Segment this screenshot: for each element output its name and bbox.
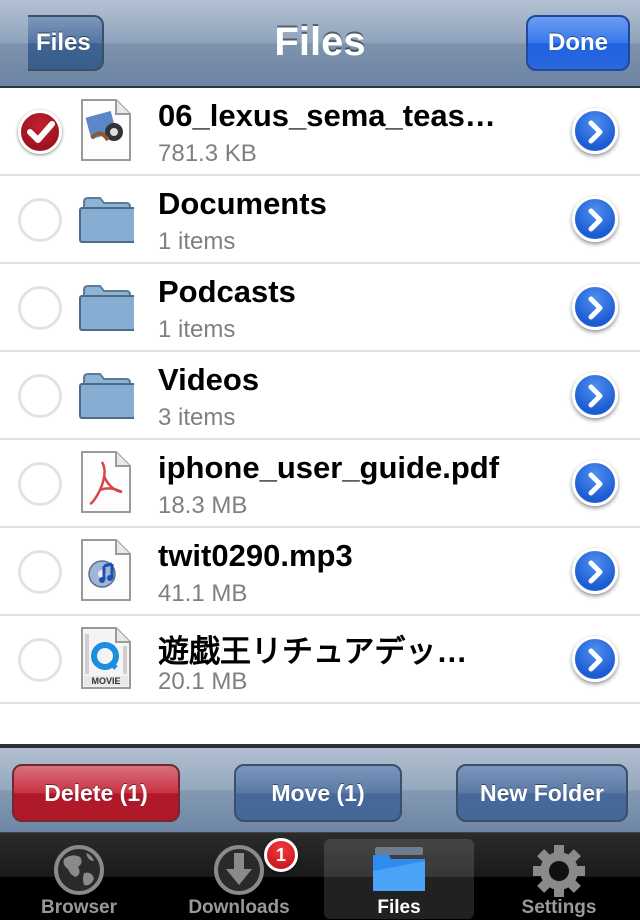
file-size: 20.1 MB xyxy=(158,668,248,695)
tab-label: Downloads xyxy=(188,897,290,918)
navigation-bar: Files Files Done xyxy=(0,0,640,88)
gear-icon xyxy=(533,845,585,897)
move-button[interactable]: Move (1) xyxy=(234,764,402,822)
selection-checkbox[interactable] xyxy=(18,638,62,682)
globe-icon xyxy=(54,845,104,895)
file-name: iphone_user_guide.pdf xyxy=(158,450,500,485)
file-name: 06_lexus_sema_teas… xyxy=(158,98,496,133)
selection-checkbox-checked[interactable] xyxy=(18,110,62,154)
selection-checkbox[interactable] xyxy=(18,286,62,330)
list-item[interactable]: twit0290.mp3 41.1 MB xyxy=(0,528,640,616)
chevron-right-icon xyxy=(588,472,603,496)
checkmark-icon xyxy=(27,121,55,143)
chevron-right-icon xyxy=(588,296,603,320)
list-item[interactable]: 06_lexus_sema_teas… 781.3 KB xyxy=(0,88,640,176)
tab-browser[interactable]: Browser xyxy=(4,839,154,919)
detail-disclosure-button[interactable] xyxy=(572,636,618,682)
detail-disclosure-button[interactable] xyxy=(572,548,618,594)
svg-text:MOVIE: MOVIE xyxy=(91,676,120,686)
tab-label: Files xyxy=(377,897,421,918)
tab-files[interactable]: Files xyxy=(324,839,474,919)
movie-file-icon: MOVIE xyxy=(81,627,131,689)
folder-icon xyxy=(79,197,134,243)
item-count: 3 items xyxy=(158,404,236,431)
tab-settings[interactable]: Settings xyxy=(484,839,634,919)
audio-file-icon xyxy=(81,539,131,601)
list-item[interactable]: iphone_user_guide.pdf 18.3 MB xyxy=(0,440,640,528)
item-count: 1 items xyxy=(158,228,236,255)
edit-toolbar: Delete (1) Move (1) New Folder xyxy=(0,744,640,832)
pdf-file-icon xyxy=(81,451,131,513)
chevron-right-icon xyxy=(588,648,603,672)
done-button[interactable]: Done xyxy=(526,15,630,71)
file-name: twit0290.mp3 xyxy=(158,538,353,573)
selection-checkbox[interactable] xyxy=(18,374,62,418)
tab-bar: Browser Downloads Files Settings xyxy=(0,832,640,920)
file-name: Videos xyxy=(158,362,260,397)
item-count: 1 items xyxy=(158,316,236,343)
detail-disclosure-button[interactable] xyxy=(572,108,618,154)
detail-disclosure-button[interactable] xyxy=(572,284,618,330)
chevron-right-icon xyxy=(588,560,603,584)
detail-disclosure-button[interactable] xyxy=(572,460,618,506)
video-file-icon xyxy=(81,99,131,161)
file-size: 41.1 MB xyxy=(158,580,248,607)
file-size: 18.3 MB xyxy=(158,492,248,519)
list-item[interactable]: MOVIE 遊戯王リチュアデッ… 20.1 MB xyxy=(0,616,640,704)
detail-disclosure-button[interactable] xyxy=(572,372,618,418)
list-item[interactable]: Videos 3 items xyxy=(0,352,640,440)
file-size: 781.3 KB xyxy=(158,140,257,167)
file-name: 遊戯王リチュアデッ… xyxy=(158,634,468,669)
selection-checkbox[interactable] xyxy=(18,462,62,506)
folder-icon xyxy=(79,373,134,419)
new-folder-button[interactable]: New Folder xyxy=(456,764,628,822)
file-list: 06_lexus_sema_teas… 781.3 KB Documents 1… xyxy=(0,88,640,704)
tab-label: Browser xyxy=(40,897,118,918)
folder-icon xyxy=(373,847,425,891)
folder-icon xyxy=(79,285,134,331)
chevron-right-icon xyxy=(588,120,603,144)
list-item[interactable]: Documents 1 items xyxy=(0,176,640,264)
detail-disclosure-button[interactable] xyxy=(572,196,618,242)
download-icon xyxy=(214,845,264,895)
downloads-badge: 1 xyxy=(264,838,298,872)
tab-label: Settings xyxy=(521,897,597,918)
file-name: Podcasts xyxy=(158,274,296,309)
list-item[interactable]: Podcasts 1 items xyxy=(0,264,640,352)
file-name: Documents xyxy=(158,186,327,221)
delete-button[interactable]: Delete (1) xyxy=(12,764,180,822)
selection-checkbox[interactable] xyxy=(18,198,62,242)
chevron-right-icon xyxy=(588,384,603,408)
selection-checkbox[interactable] xyxy=(18,550,62,594)
chevron-right-icon xyxy=(588,208,603,232)
